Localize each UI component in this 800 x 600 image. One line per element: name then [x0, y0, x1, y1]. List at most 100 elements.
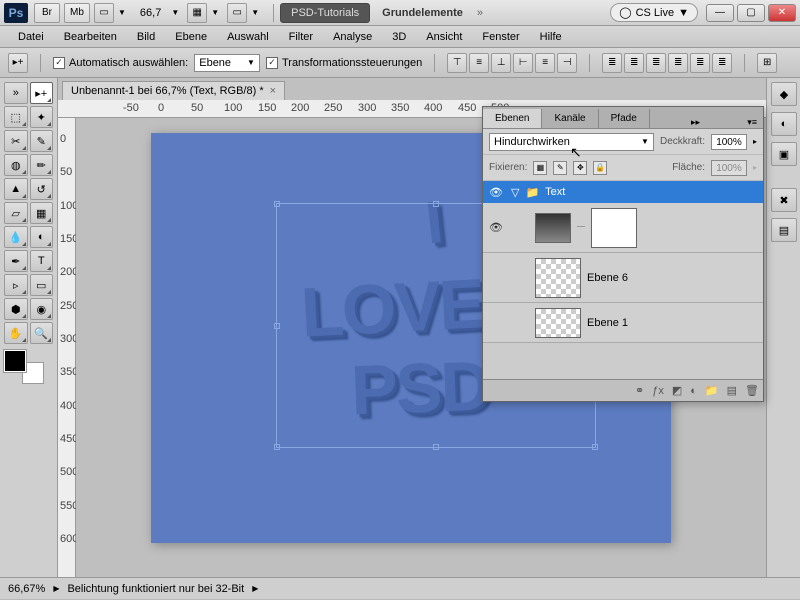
close-tab-icon[interactable]: × [270, 85, 276, 97]
layer-thumb[interactable] [535, 308, 581, 338]
ruler-vertical[interactable]: 0 50 100 150 200 250 300 350 400 450 500… [58, 118, 76, 577]
crop-tool[interactable]: ✂ [4, 130, 28, 152]
layer-thumb[interactable] [535, 213, 571, 243]
panel-icon-adjustments[interactable]: ◐ [771, 112, 797, 136]
color-swatches[interactable] [4, 350, 44, 390]
workspace-pill[interactable]: PSD-Tutorials [280, 3, 370, 23]
current-tool-icon[interactable]: ▸+ [8, 53, 28, 73]
marquee-tool[interactable]: ⬚ [4, 106, 28, 128]
wand-tool[interactable]: ✦ [30, 106, 54, 128]
auto-select-check[interactable]: ✓Automatisch auswählen: [53, 57, 188, 69]
screen-mode-dropdown[interactable]: ▭▼ [94, 3, 130, 23]
align-hcenter-icon[interactable]: ≡ [535, 53, 555, 73]
opacity-input[interactable]: 100% [711, 134, 747, 150]
mask-icon[interactable]: ◩ [672, 384, 682, 397]
type-tool[interactable]: T [30, 250, 54, 272]
window-close[interactable]: ✕ [768, 4, 796, 22]
dodge-tool[interactable]: ◐ [30, 226, 54, 248]
align-vcenter-icon[interactable]: ≡ [469, 53, 489, 73]
tab-ebenen[interactable]: Ebenen [483, 109, 542, 128]
visibility-toggle-icon[interactable]: 👁 [487, 183, 505, 201]
path-select-tool[interactable]: ▹ [4, 274, 28, 296]
layer-group[interactable]: 👁 ▽ 📁 Text [483, 181, 763, 203]
transform-handle[interactable] [274, 444, 280, 450]
new-group-icon[interactable]: 📁 [705, 384, 719, 397]
layers-list[interactable]: 👁 ▽ 📁 Text 👁 𝄖 👁 Ebene 6 👁 Ebene 1 [483, 181, 763, 379]
minibridge-button[interactable]: Mb [64, 3, 90, 23]
adjustment-icon[interactable]: ◐ [690, 385, 697, 397]
dist-4-icon[interactable]: ≣ [668, 53, 688, 73]
cslive-button[interactable]: ◯ CS Live ▼ [610, 3, 698, 22]
panel-icon-layers[interactable]: ◆ [771, 82, 797, 106]
window-minimize[interactable]: — [706, 4, 734, 22]
menu-fenster[interactable]: Fenster [472, 28, 529, 46]
blend-mode-select[interactable]: Hindurchwirken▼ [489, 133, 654, 151]
visibility-toggle-icon[interactable]: 👁 [487, 219, 505, 237]
mask-thumb[interactable] [591, 208, 637, 248]
menu-ebene[interactable]: Ebene [165, 28, 217, 46]
group-name[interactable]: Text [545, 186, 565, 198]
panel-icon-history[interactable]: ▤ [771, 218, 797, 242]
arrange-dropdown[interactable]: ▭▼ [227, 3, 263, 23]
layer-row[interactable]: 👁 Ebene 1 [483, 303, 763, 343]
menu-hilfe[interactable]: Hilfe [530, 28, 572, 46]
heal-tool[interactable]: ◍ [4, 154, 28, 176]
shape-tool[interactable]: ▭ [30, 274, 54, 296]
layer-row[interactable]: 👁 𝄖 [483, 203, 763, 253]
menu-bearbeiten[interactable]: Bearbeiten [54, 28, 127, 46]
expand-tool-icon[interactable]: » [4, 82, 28, 104]
transform-handle[interactable] [274, 323, 280, 329]
3d-tool[interactable]: ⬢ [4, 298, 28, 320]
collapse-panel-icon[interactable]: ▸▸ [685, 117, 706, 128]
workspace-secondary[interactable]: Grundelemente [376, 7, 469, 19]
transform-handle[interactable] [274, 201, 280, 207]
view-extras-dropdown[interactable]: ▦▼ [187, 3, 223, 23]
menu-datei[interactable]: Datei [8, 28, 54, 46]
pen-tool[interactable]: ✒ [4, 250, 28, 272]
dist-6-icon[interactable]: ≣ [712, 53, 732, 73]
dist-3-icon[interactable]: ≣ [646, 53, 666, 73]
menu-ansicht[interactable]: Ansicht [416, 28, 472, 46]
lock-position-icon[interactable]: ✥ [573, 161, 587, 175]
brush-tool[interactable]: ✏ [30, 154, 54, 176]
dist-5-icon[interactable]: ≣ [690, 53, 710, 73]
workspace-more[interactable]: » [469, 7, 491, 19]
tab-kanaele[interactable]: Kanäle [542, 109, 598, 128]
stamp-tool[interactable]: ▲ [4, 178, 28, 200]
blur-tool[interactable]: 💧 [4, 226, 28, 248]
group-expand-icon[interactable]: ▽ [511, 186, 519, 199]
bridge-button[interactable]: Br [34, 3, 60, 23]
layer-name[interactable]: Ebene 1 [587, 317, 628, 329]
auto-select-target[interactable]: Ebene▼ [194, 54, 260, 72]
eyedropper-tool[interactable]: ✎ [30, 130, 54, 152]
tab-pfade[interactable]: Pfade [599, 109, 650, 128]
menu-analyse[interactable]: Analyse [323, 28, 382, 46]
move-tool[interactable]: ▸+ [30, 82, 54, 104]
layers-panel[interactable]: Ebenen Kanäle Pfade ▸▸ ▾≡ Hindurchwirken… [482, 106, 764, 402]
delete-layer-icon[interactable]: 🗑 [745, 384, 759, 397]
link-icon[interactable]: 𝄖 [577, 222, 585, 233]
status-zoom[interactable]: 66,67% [8, 583, 45, 595]
transform-handle[interactable] [592, 444, 598, 450]
menu-filter[interactable]: Filter [279, 28, 323, 46]
lock-all-icon[interactable]: 🔒 [593, 161, 607, 175]
gradient-tool[interactable]: ▦ [30, 202, 54, 224]
layer-name[interactable]: Ebene 6 [587, 272, 628, 284]
dist-2-icon[interactable]: ≣ [624, 53, 644, 73]
3d-camera-tool[interactable]: ◉ [30, 298, 54, 320]
document-tab[interactable]: Unbenannt-1 bei 66,7% (Text, RGB/8) *× [62, 81, 285, 100]
dist-1-icon[interactable]: ≣ [602, 53, 622, 73]
layer-thumb[interactable] [535, 258, 581, 298]
foreground-color-swatch[interactable] [4, 350, 26, 372]
opacity-flyout-icon[interactable]: ▸ [753, 137, 757, 146]
hand-tool[interactable]: ✋ [4, 322, 28, 344]
align-right-icon[interactable]: ⊣ [557, 53, 577, 73]
history-brush-tool[interactable]: ↺ [30, 178, 54, 200]
lock-transparency-icon[interactable]: ▦ [533, 161, 547, 175]
new-layer-icon[interactable]: ▤ [727, 384, 737, 397]
window-maximize[interactable]: ▢ [737, 4, 765, 22]
auto-align-icon[interactable]: ⊞ [757, 53, 777, 73]
panel-menu-icon[interactable]: ▾≡ [741, 117, 763, 128]
menu-bild[interactable]: Bild [127, 28, 165, 46]
fx-icon[interactable]: ƒx [652, 385, 664, 397]
